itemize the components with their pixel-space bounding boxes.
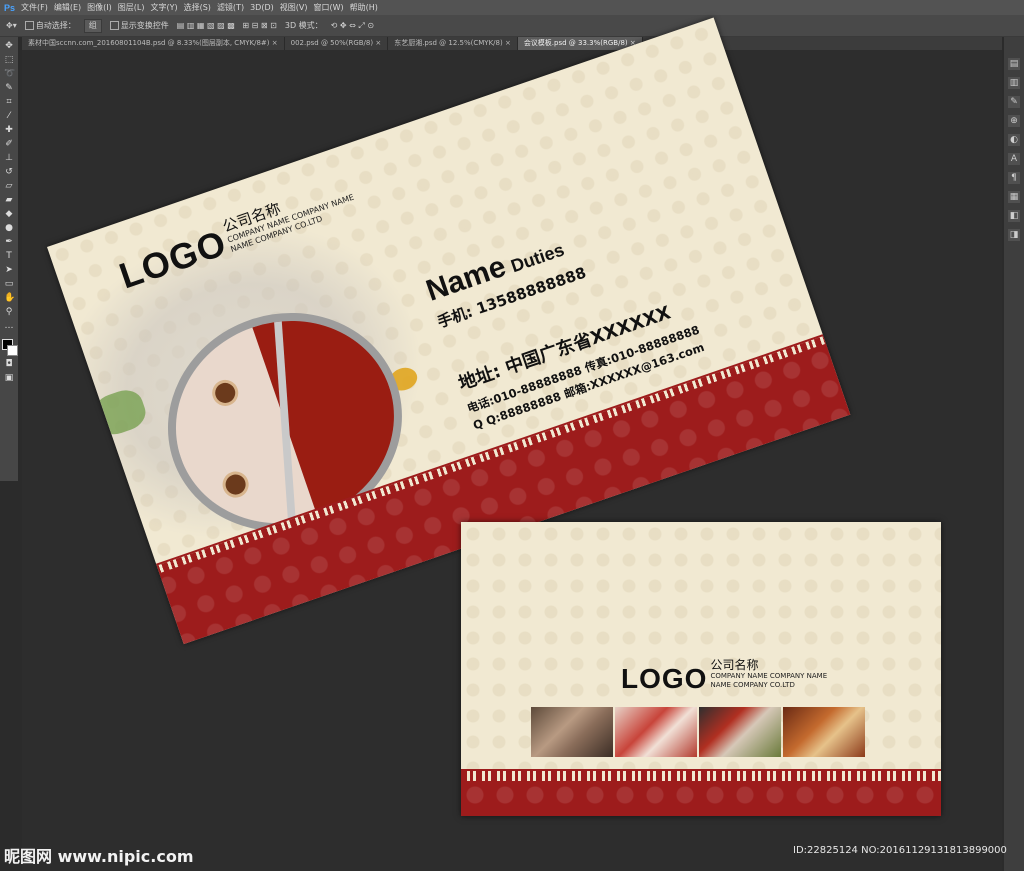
food-photo-strip bbox=[531, 707, 865, 757]
show-transform-checkbox[interactable]: 显示变换控件 bbox=[109, 20, 169, 31]
screen-mode-icon[interactable]: ▣ bbox=[4, 373, 14, 383]
menu-file[interactable]: 文件(F) bbox=[21, 2, 48, 13]
dodge-tool-icon[interactable]: ● bbox=[4, 223, 14, 233]
tab-doc-3[interactable]: 东艺厨湘.psd @ 12.5%(CMYK/8) × bbox=[388, 37, 518, 50]
properties-panel-icon[interactable]: ▥ bbox=[1008, 77, 1020, 89]
watermark-site: 昵图网 www.nipic.com bbox=[4, 847, 194, 866]
crop-tool-icon[interactable]: ⌗ bbox=[4, 97, 14, 107]
toolbox: ✥ ⬚ ➰ ✎ ⌗ ⁄ ✚ ✐ ⊥ ↺ ▱ ▰ ◆ ● ✒ T ➤ ▭ ✋ ⚲ … bbox=[0, 37, 18, 481]
brush-tool-icon[interactable]: ✐ bbox=[4, 139, 14, 149]
history-brush-icon[interactable]: ↺ bbox=[4, 167, 14, 177]
food-photo bbox=[531, 707, 613, 757]
food-photo bbox=[699, 707, 781, 757]
color-swatches[interactable] bbox=[2, 339, 18, 356]
move-tool-icon[interactable]: ✥ bbox=[4, 41, 14, 51]
food-photo bbox=[615, 707, 697, 757]
layers-panel-icon[interactable]: ◧ bbox=[1008, 210, 1020, 222]
path-select-icon[interactable]: ➤ bbox=[4, 265, 14, 275]
paragraph-panel-icon[interactable]: ¶ bbox=[1008, 172, 1020, 184]
clone-source-icon[interactable]: ⊕ bbox=[1008, 115, 1020, 127]
document-tabs: 素材中国sccnn.com_20160801104B.psd @ 8.33%(图… bbox=[22, 37, 1002, 50]
watermark-id: ID:22825124 NO:20161129131813899000 bbox=[793, 845, 1007, 856]
company-name-en-2: NAME COMPANY CO.LTD bbox=[710, 681, 795, 689]
more-tools-icon[interactable]: … bbox=[4, 321, 14, 331]
red-cloud-band bbox=[461, 781, 941, 816]
blur-tool-icon[interactable]: ◆ bbox=[4, 209, 14, 219]
menu-type[interactable]: 文字(Y) bbox=[150, 2, 177, 13]
marquee-tool-icon[interactable]: ⬚ bbox=[4, 55, 14, 65]
healing-brush-icon[interactable]: ✚ bbox=[4, 125, 14, 135]
photoshop-logo: Ps bbox=[4, 2, 16, 13]
auto-select-checkbox[interactable]: 自动选择： bbox=[24, 20, 76, 31]
menu-help[interactable]: 帮助(H) bbox=[350, 2, 378, 13]
menu-3d[interactable]: 3D(D) bbox=[250, 3, 274, 12]
move-tool-icon[interactable]: ✥▾ bbox=[6, 21, 17, 30]
quick-mask-icon[interactable]: ◘ bbox=[4, 359, 14, 369]
company-name-en-1: COMPANY NAME COMPANY NAME bbox=[710, 672, 828, 680]
tab-doc-2[interactable]: 002.psd @ 50%(RGB/8) × bbox=[285, 37, 389, 50]
options-bar: ✥▾ 自动选择： 组 显示变换控件 ▤ ▥ ▦ ▧ ▨ ▩ ⊞ ⊟ ⊠ ⊡ 3D… bbox=[0, 15, 1024, 37]
menu-image[interactable]: 图像(I) bbox=[87, 2, 112, 13]
food-photo bbox=[783, 707, 865, 757]
menu-view[interactable]: 视图(V) bbox=[280, 2, 308, 13]
adjustments-panel-icon[interactable]: ◐ bbox=[1008, 134, 1020, 146]
eraser-icon[interactable]: ▱ bbox=[4, 181, 14, 191]
type-tool-icon[interactable]: T bbox=[4, 251, 14, 261]
menu-edit[interactable]: 编辑(E) bbox=[54, 2, 81, 13]
align-icons[interactable]: ▤ ▥ ▦ ▧ ▨ ▩ ⊞ ⊟ ⊠ ⊡ bbox=[177, 21, 277, 30]
3d-mode-icons[interactable]: ⟲ ✥ ⇔ ⤢ ⊙ bbox=[331, 21, 374, 31]
background-color-swatch[interactable] bbox=[7, 345, 18, 356]
company-name-cn: 公司名称 bbox=[710, 658, 759, 672]
brush-panel-icon[interactable]: ✎ bbox=[1008, 96, 1020, 108]
business-card-back[interactable]: LOGO 公司名称 COMPANY NAME COMPANY NAME NAME… bbox=[461, 522, 941, 816]
type-panel-icon[interactable]: A bbox=[1008, 153, 1020, 165]
logo-text: LOGO bbox=[621, 663, 708, 694]
clone-stamp-icon[interactable]: ⊥ bbox=[4, 153, 14, 163]
channels-panel-icon[interactable]: ◨ bbox=[1008, 229, 1020, 241]
history-panel-icon[interactable]: ▤ bbox=[1008, 58, 1020, 70]
menu-window[interactable]: 窗口(W) bbox=[313, 2, 343, 13]
tab-doc-1[interactable]: 素材中国sccnn.com_20160801104B.psd @ 8.33%(图… bbox=[22, 37, 285, 50]
shape-tool-icon[interactable]: ▭ bbox=[4, 279, 14, 289]
menu-select[interactable]: 选择(S) bbox=[184, 2, 211, 13]
eyedropper-icon[interactable]: ⁄ bbox=[4, 111, 14, 121]
menu-bar: Ps 文件(F) 编辑(E) 图像(I) 图层(L) 文字(Y) 选择(S) 滤… bbox=[0, 0, 1024, 15]
layer-comps-icon[interactable]: ▦ bbox=[1008, 191, 1020, 203]
gradient-tool-icon[interactable]: ▰ bbox=[4, 195, 14, 205]
company-logo-block: LOGO 公司名称 COMPANY NAME COMPANY NAME NAME… bbox=[621, 658, 827, 693]
menu-filter[interactable]: 滤镜(T) bbox=[217, 2, 244, 13]
pen-tool-icon[interactable]: ✒ bbox=[4, 237, 14, 247]
lasso-tool-icon[interactable]: ➰ bbox=[4, 69, 15, 79]
quick-select-icon[interactable]: ✎ bbox=[4, 83, 14, 93]
auto-select-dropdown[interactable]: 组 bbox=[83, 18, 102, 33]
zoom-tool-icon[interactable]: ⚲ bbox=[4, 307, 14, 317]
menu-layer[interactable]: 图层(L) bbox=[118, 2, 145, 13]
hand-tool-icon[interactable]: ✋ bbox=[4, 293, 15, 303]
panel-icons: ▤ ▥ ✎ ⊕ ◐ A ¶ ▦ ◧ ◨ bbox=[1004, 58, 1024, 241]
mode-3d-label: 3D 模式： bbox=[284, 21, 323, 30]
